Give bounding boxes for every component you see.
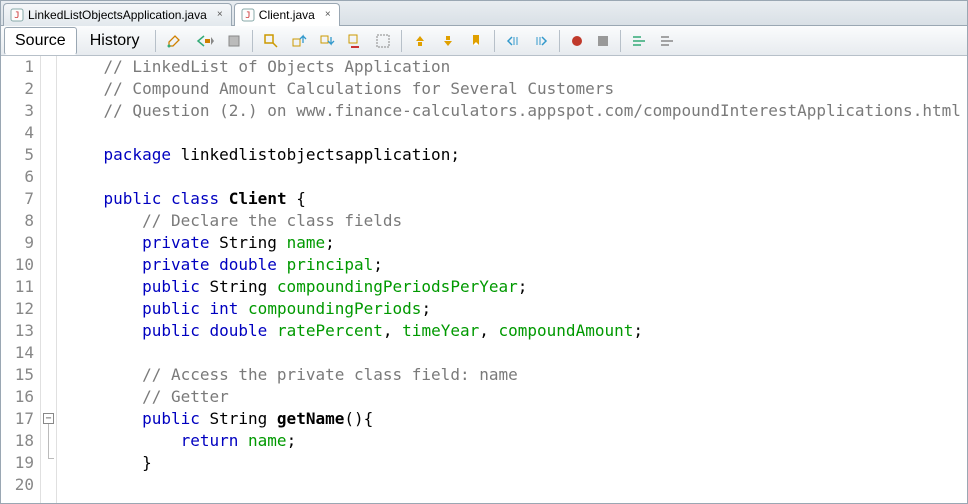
svg-text:J: J <box>245 11 250 21</box>
code-line[interactable]: return name; <box>65 430 967 452</box>
code-line[interactable] <box>65 474 967 496</box>
code-line[interactable]: // Getter <box>65 386 967 408</box>
code-line[interactable]: public int compoundingPeriods; <box>65 298 967 320</box>
code-line[interactable]: // Access the private class field: name <box>65 364 967 386</box>
line-number: 20 <box>1 474 34 496</box>
line-number: 9 <box>1 232 34 254</box>
code-line[interactable]: // LinkedList of Objects Application <box>65 56 967 78</box>
code-line[interactable] <box>65 122 967 144</box>
toolbar-separator <box>620 30 621 52</box>
find-previous-icon[interactable] <box>286 29 312 53</box>
editor-toolbar: Source History <box>1 26 967 56</box>
line-number: 3 <box>1 100 34 122</box>
line-number: 7 <box>1 188 34 210</box>
toggle-rectangular-icon[interactable] <box>370 29 396 53</box>
code-line[interactable]: // Compound Amount Calculations for Seve… <box>65 78 967 100</box>
java-file-icon: J <box>241 8 255 22</box>
line-number: 13 <box>1 320 34 342</box>
toolbar-separator <box>252 30 253 52</box>
code-area[interactable]: // LinkedList of Objects Application // … <box>57 56 967 503</box>
code-line[interactable]: public double ratePercent, timeYear, com… <box>65 320 967 342</box>
comment-icon[interactable] <box>626 29 652 53</box>
line-number: 10 <box>1 254 34 276</box>
code-line[interactable]: public String compoundingPeriodsPerYear; <box>65 276 967 298</box>
close-icon[interactable]: × <box>215 10 225 20</box>
code-line[interactable]: public class Client { <box>65 188 967 210</box>
find-selection-icon[interactable] <box>258 29 284 53</box>
toolbar-separator <box>559 30 560 52</box>
last-edit-icon[interactable] <box>161 29 187 53</box>
code-line[interactable]: } <box>65 452 967 474</box>
ide-editor-pane: J LinkedListObjectsApplication.java × J … <box>0 0 968 504</box>
svg-text:J: J <box>14 11 19 21</box>
file-tab-linkedlistobjectsapplication[interactable]: J LinkedListObjectsApplication.java × <box>3 3 232 26</box>
navigate-back-icon[interactable] <box>189 29 219 53</box>
line-number: 12 <box>1 298 34 320</box>
code-line[interactable]: public String getName(){ <box>65 408 967 430</box>
line-number: 8 <box>1 210 34 232</box>
file-tab-label: Client.java <box>259 8 315 22</box>
fold-column: − <box>41 56 57 503</box>
shift-right-icon[interactable] <box>528 29 554 53</box>
line-number: 4 <box>1 122 34 144</box>
java-file-icon: J <box>10 8 24 22</box>
code-line[interactable]: private String name; <box>65 232 967 254</box>
code-line[interactable]: package linkedlistobjectsapplication; <box>65 144 967 166</box>
line-number: 2 <box>1 78 34 100</box>
next-bookmark-icon[interactable] <box>435 29 461 53</box>
code-editor[interactable]: 1234567891011121314151617181920 − // Lin… <box>1 56 967 503</box>
file-tab-bar: J LinkedListObjectsApplication.java × J … <box>1 1 967 26</box>
uncomment-icon[interactable] <box>654 29 680 53</box>
navigate-forward-icon[interactable] <box>221 29 247 53</box>
fold-guide-end <box>48 458 54 459</box>
fold-guide <box>48 424 49 458</box>
find-next-icon[interactable] <box>314 29 340 53</box>
toggle-highlight-icon[interactable] <box>342 29 368 53</box>
line-number: 15 <box>1 364 34 386</box>
toolbar-separator <box>155 30 156 52</box>
file-tab-client[interactable]: J Client.java × <box>234 3 340 26</box>
line-number: 6 <box>1 166 34 188</box>
toolbar-separator <box>401 30 402 52</box>
code-line[interactable] <box>65 342 967 364</box>
fold-toggle-icon[interactable]: − <box>43 413 54 424</box>
prev-bookmark-icon[interactable] <box>407 29 433 53</box>
shift-left-icon[interactable] <box>500 29 526 53</box>
line-number: 18 <box>1 430 34 452</box>
line-number: 1 <box>1 56 34 78</box>
code-line[interactable] <box>65 166 967 188</box>
line-number: 11 <box>1 276 34 298</box>
source-view-button[interactable]: Source <box>4 27 77 55</box>
toolbar-separator <box>494 30 495 52</box>
line-number: 19 <box>1 452 34 474</box>
file-tab-label: LinkedListObjectsApplication.java <box>28 8 207 22</box>
code-line[interactable]: // Declare the class fields <box>65 210 967 232</box>
code-line[interactable]: // Question (2.) on www.finance-calculat… <box>65 100 967 122</box>
toggle-bookmark-icon[interactable] <box>463 29 489 53</box>
line-number: 17 <box>1 408 34 430</box>
close-icon[interactable]: × <box>323 10 333 20</box>
line-number: 16 <box>1 386 34 408</box>
stop-macro-icon[interactable] <box>591 29 615 53</box>
code-line[interactable]: private double principal; <box>65 254 967 276</box>
line-number: 5 <box>1 144 34 166</box>
line-number-gutter: 1234567891011121314151617181920 <box>1 56 41 503</box>
start-macro-icon[interactable] <box>565 29 589 53</box>
history-view-button[interactable]: History <box>79 27 151 55</box>
line-number: 14 <box>1 342 34 364</box>
